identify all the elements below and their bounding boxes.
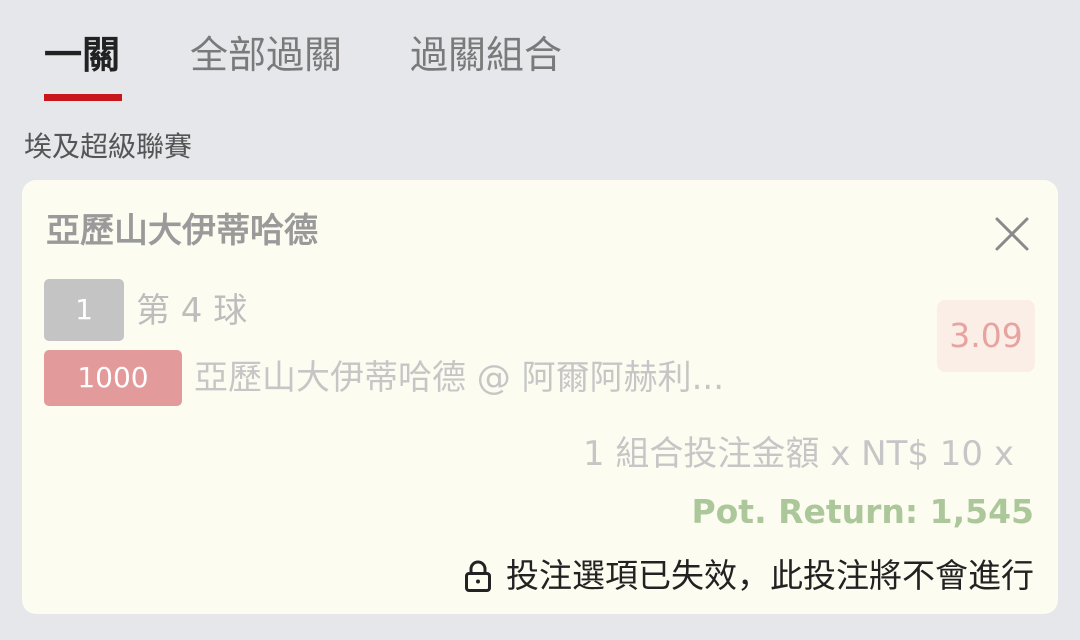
stake-summary: 1 組合投注金額 x NT$ 10 x <box>582 434 1014 474</box>
bet-type-tabs: 一關 全部過關 過關組合 <box>0 0 1080 110</box>
market-name: 第 4 球 <box>136 291 248 331</box>
lock-icon <box>465 560 491 592</box>
stake-badge: 1000 <box>44 350 182 406</box>
bet-invalid-notice: 投注選項已失效，此投注將不會進行 <box>464 550 1034 602</box>
notice-text: 投注選項已失效，此投注將不會進行 <box>506 556 1034 595</box>
bet-slip-card: 亞歷山大伊蒂哈德 1 第 4 球 1000 亞歷山大伊蒂哈德 @ 阿爾阿赫利..… <box>22 180 1058 614</box>
team-name: 亞歷山大伊蒂哈德 <box>46 211 318 251</box>
selection-text: 亞歷山大伊蒂哈德 @ 阿爾阿赫利... <box>194 358 725 398</box>
remove-bet-button[interactable] <box>988 210 1036 258</box>
potential-return: Pot. Return: 1,545 <box>691 492 1034 531</box>
close-icon <box>995 217 1029 251</box>
active-tab-indicator <box>44 94 122 101</box>
odds-box[interactable]: 3.09 <box>937 300 1035 372</box>
league-name: 埃及超級聯賽 <box>24 130 193 163</box>
tab-all-parlay[interactable]: 全部過關 <box>190 30 342 80</box>
market-badge: 1 <box>44 279 124 341</box>
tab-single[interactable]: 一關 <box>44 30 120 80</box>
tab-parlay-combination[interactable]: 過關組合 <box>410 30 562 80</box>
